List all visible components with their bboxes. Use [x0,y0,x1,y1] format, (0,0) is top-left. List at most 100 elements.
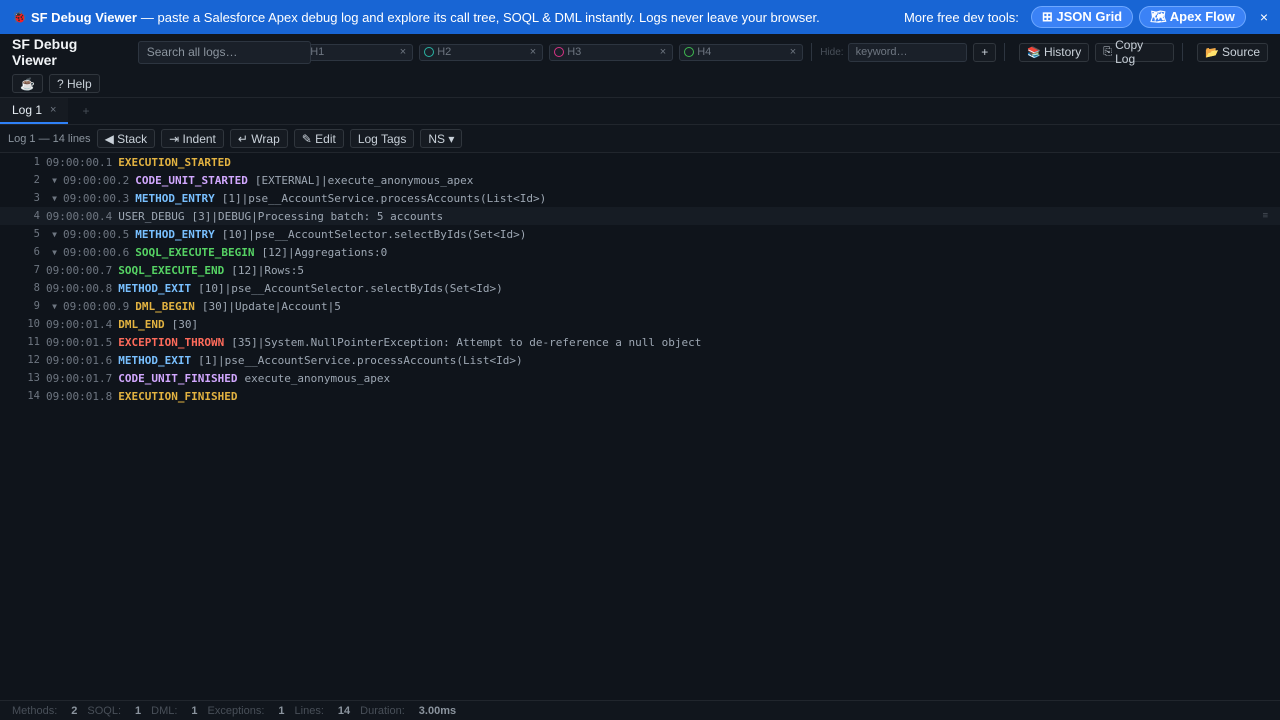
event-details: [1]|pse__AccountService.processAccounts(… [221,191,547,205]
highlight-fields: H1 × H2 × H3 × H4 × [309,43,804,61]
tab-log-1[interactable]: Log 1 × [0,98,69,124]
help-button[interactable]: ? Help [48,74,100,93]
timestamp: 09:00:00.6 [63,245,130,259]
log-line[interactable]: 13 09:00:01.7 CODE_UNIT_FINISHED execute_an… [0,369,1280,387]
timestamp: 09:00:00.7 [46,263,113,277]
stat-value: 1 [135,704,142,717]
coffee-button[interactable]: ☕ [12,74,43,93]
log-line[interactable]: 9 ▼ 09:00:00.9 DML_BEGIN [30]|Update|Account… [0,297,1280,315]
log-line[interactable]: 14 09:00:01.8 EXECUTION_FINISHED [0,387,1280,405]
timestamp: 09:00:00.3 [63,191,130,205]
apex-flow-link[interactable]: 🗺 Apex Flow [1139,6,1246,28]
log-line[interactable]: 3 ▼ 09:00:00.3 METHOD_ENTRY [1]|pse__Account… [0,189,1280,207]
highlight-field-2[interactable]: H2 × [419,43,544,61]
stat-label: Exceptions: [207,704,265,717]
history-button[interactable]: 📚 History [1019,42,1090,62]
event-details: [3]|DEBUG|Processing batch: 5 accounts [191,209,444,223]
more-tools-label: More free dev tools: [903,9,1019,25]
clear-highlight-icon[interactable]: × [660,46,666,58]
close-tab-icon[interactable]: × [50,104,56,116]
hide-keyword-input[interactable]: keyword… [847,42,968,62]
stat-value: 14 [337,704,351,717]
line-menu-icon[interactable]: ≡ [1263,211,1268,221]
log-line[interactable]: 8 09:00:00.8 METHOD_EXIT [10]|pse__AccountS… [0,279,1280,297]
event-details: [12]|Rows:5 [231,263,305,277]
event-type: METHOD_EXIT [118,353,192,367]
event-type: SOQL_EXECUTE_END [118,263,225,277]
color-circle-icon[interactable] [684,47,695,57]
line-number: 4 [33,210,40,222]
timestamp: 09:00:01.4 [46,317,113,331]
source-button[interactable]: 📂 Source [1197,42,1269,62]
log-line[interactable]: 6 ▼ 09:00:00.6 SOQL_EXECUTE_BEGIN [12]|Aggre… [0,243,1280,261]
log-line[interactable]: 12 09:00:01.6 METHOD_EXIT [1]|pse__AccountS… [0,351,1280,369]
books-icon: 📚 [1027,46,1041,59]
banner-tagline: — paste a Salesforce Apex debug log and … [140,9,820,25]
status-bar: Methods: 2 SOQL: 1 DML: 1 Exceptions: 1 Lines: 14… [0,700,1280,720]
highlight-placeholder: H1 [310,46,325,58]
stat-label: SOQL: [87,704,121,717]
stat-label: Lines: [294,704,324,717]
highlight-field-4[interactable]: H4 × [679,43,804,61]
edit-button[interactable]: ✎ Edit [293,129,344,148]
timestamp: 09:00:01.5 [46,335,113,349]
fold-toggle-icon[interactable]: ▼ [46,194,63,203]
highlight-field-3[interactable]: H3 × [549,43,674,61]
clear-highlight-icon[interactable]: × [530,46,536,58]
event-details: execute_anonymous_apex [244,371,391,385]
log-line[interactable]: 5 ▼ 09:00:00.5 METHOD_ENTRY [10]|pse__Accoun… [0,225,1280,243]
timestamp: 09:00:00.1 [46,155,113,169]
stack-button[interactable]: ◀ Stack [96,129,156,148]
log-tags-button[interactable]: Log Tags [349,129,415,148]
wrap-button[interactable]: ↵ Wrap [229,129,288,148]
highlight-field-1[interactable]: H1 × [309,43,414,61]
event-type: USER_DEBUG [118,209,185,223]
search-input[interactable]: Search all logs… [137,40,312,64]
app-title: SF Debug Viewer [12,36,78,68]
fold-toggle-icon[interactable]: ▼ [46,248,63,257]
event-type: METHOD_ENTRY [135,227,215,241]
color-circle-icon[interactable] [424,47,435,57]
log-line[interactable]: 2 ▼ 09:00:00.2 CODE_UNIT_STARTED [EXTERNAL]|… [0,171,1280,189]
log-line[interactable]: 4 09:00:00.4 USER_DEBUG [3]|DEBUG|Processin… [0,207,1280,225]
divider [1004,43,1006,61]
copy-log-button[interactable]: ⎘ Copy Log [1095,38,1175,66]
log-line[interactable]: 1 09:00:00.1 EXECUTION_STARTED [0,153,1280,171]
line-number: 12 [27,354,40,366]
stat-value: 2 [71,704,78,717]
grid-icon: ⊞ [1041,9,1053,24]
copy-icon: ⎘ [1103,45,1113,58]
namespace-dropdown[interactable]: NS ▾ [420,129,463,148]
log-view: 1 09:00:00.1 EXECUTION_STARTED 2 ▼ 09:00:00.2… [0,153,1280,405]
event-type: CODE_UNIT_FINISHED [118,371,238,385]
highlight-placeholder: H2 [437,46,452,58]
event-details: [EXTERNAL]|execute_anonymous_apex [254,173,474,187]
coffee-icon: ☕ [20,76,35,91]
log-line[interactable]: 7 09:00:00.7 SOQL_EXECUTE_END [12]|Rows:5 [0,261,1280,279]
fold-toggle-icon[interactable]: ▼ [46,176,63,185]
color-circle-icon[interactable] [554,47,565,57]
log-line[interactable]: 11 09:00:01.5 EXCEPTION_THROWN [35]|System.… [0,333,1280,351]
log-tabs: Log 1 × + [0,98,1280,125]
add-keyword-button[interactable]: + [973,42,997,62]
clear-highlight-icon[interactable]: × [790,46,796,58]
event-details: [35]|System.NullPointerException: Attemp… [231,335,702,349]
event-details: [12]|Aggregations:0 [261,245,388,259]
line-number: 14 [27,390,40,402]
clear-highlight-icon[interactable]: × [400,46,406,58]
add-tab-button[interactable]: + [68,98,103,124]
banner-close-icon[interactable]: × [1260,9,1268,25]
event-details: [10]|pse__AccountSelector.selectByIds(Se… [221,227,527,241]
bug-icon: 🐞 [12,10,27,24]
event-type: EXECUTION_FINISHED [118,389,238,403]
timestamp: 09:00:00.5 [63,227,130,241]
fold-toggle-icon[interactable]: ▼ [46,302,63,311]
timestamp: 09:00:01.6 [46,353,113,367]
line-number: 13 [27,372,40,384]
log-line[interactable]: 10 09:00:01.4 DML_END [30] [0,315,1280,333]
json-grid-link[interactable]: ⊞ JSON Grid [1030,6,1134,28]
indent-button[interactable]: ⇥ Indent [161,129,224,148]
event-type: CODE_UNIT_STARTED [135,173,248,187]
fold-toggle-icon[interactable]: ▼ [46,230,63,239]
divider [1182,43,1184,61]
